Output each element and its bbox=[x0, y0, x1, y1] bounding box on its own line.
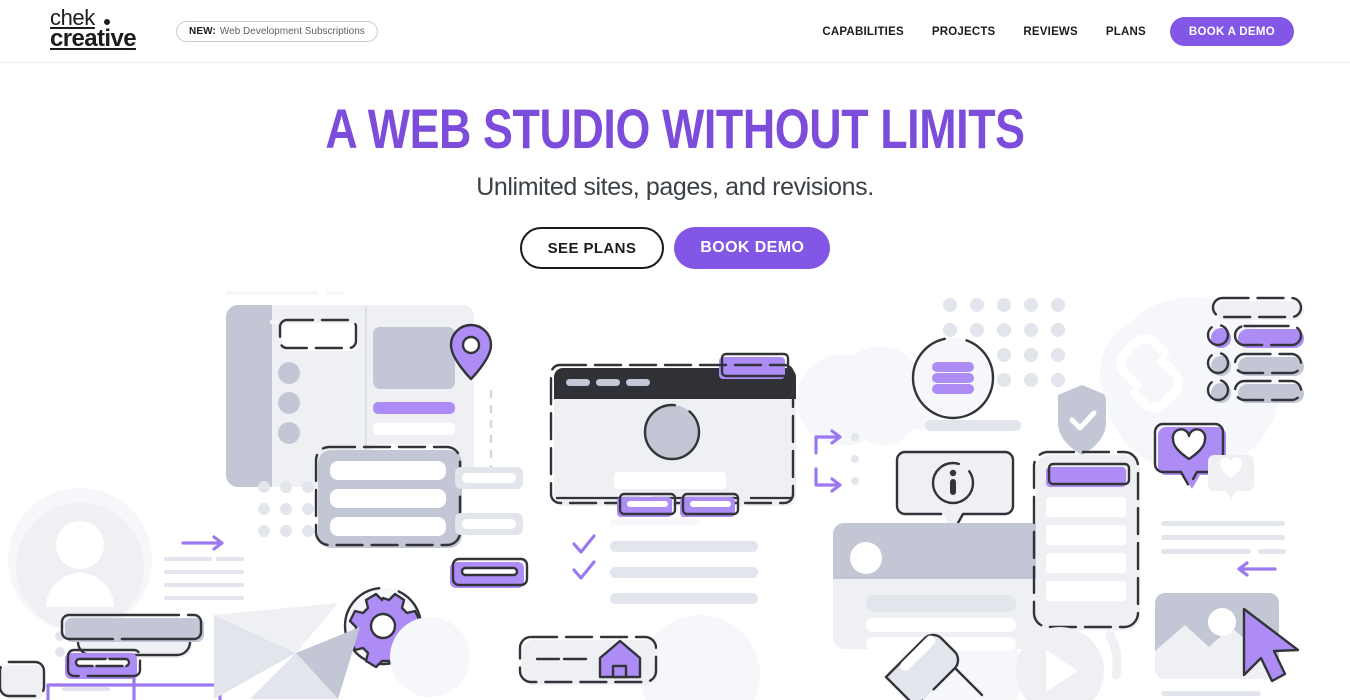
hero-illustration: .o { stroke:#32343a; stroke-width:2.4; f… bbox=[0, 285, 1350, 700]
envelope-origami bbox=[214, 603, 360, 699]
play-button-circle bbox=[1016, 627, 1122, 700]
avatar-circle bbox=[16, 503, 144, 631]
main-navigation: CAPABILITIES PROJECTS REVIEWS PLANS BOOK… bbox=[808, 0, 1294, 63]
nav-item-plans[interactable]: PLANS bbox=[1092, 26, 1160, 38]
info-bubble-icon bbox=[895, 450, 1015, 534]
profile-card bbox=[833, 523, 1049, 651]
text-lines-right bbox=[1161, 521, 1286, 554]
checklist-rows bbox=[572, 519, 758, 604]
book-demo-button[interactable]: BOOK DEMO bbox=[674, 227, 831, 269]
purple-button bbox=[450, 557, 529, 588]
announcement-text: Web Development Subscriptions bbox=[219, 26, 365, 37]
hero-subheadline: Unlimited sites, pages, and revisions. bbox=[476, 173, 874, 201]
site-header: chek creative NEW: Web Development Subsc… bbox=[0, 0, 1350, 63]
hero-button-group: SEE PLANS BOOK DEMO bbox=[0, 227, 1350, 269]
nav-item-capabilities[interactable]: CAPABILITIES bbox=[808, 26, 917, 38]
nav-item-projects[interactable]: PROJECTS bbox=[918, 26, 1010, 38]
search-bar-with-home-icon bbox=[518, 635, 658, 685]
link-chain-icon bbox=[1100, 315, 1216, 431]
hero-illustration-svg: .o { stroke:#32343a; stroke-width:2.4; f… bbox=[0, 291, 1304, 700]
phone-mockup bbox=[1032, 450, 1140, 630]
nav-item-reviews[interactable]: REVIEWS bbox=[1009, 26, 1091, 38]
gear-icon bbox=[343, 586, 470, 697]
book-a-demo-button[interactable]: BOOK A DEMO bbox=[1169, 17, 1294, 46]
gray-bar bbox=[60, 613, 204, 642]
browser-window-mockup bbox=[549, 352, 796, 517]
image-placeholder-with-cursor bbox=[1155, 593, 1300, 696]
hero-section: A WEB STUDIO WITHOUT LIMITS Unlimited si… bbox=[0, 63, 1350, 269]
brand-line-two: creative bbox=[50, 25, 137, 53]
brand-dot-icon bbox=[103, 19, 110, 25]
page-title: A WEB STUDIO WITHOUT LIMITS bbox=[325, 97, 1025, 160]
brand-logo[interactable]: chek creative bbox=[50, 7, 137, 53]
announcement-badge[interactable]: NEW: Web Development Subscriptions bbox=[176, 21, 378, 42]
shield-check-icon bbox=[1058, 385, 1106, 455]
arrow-left bbox=[1237, 561, 1277, 577]
text-lines-with-arrow bbox=[164, 535, 244, 600]
see-plans-button[interactable]: SEE PLANS bbox=[519, 227, 665, 269]
announcement-keyword: NEW: bbox=[189, 26, 216, 37]
